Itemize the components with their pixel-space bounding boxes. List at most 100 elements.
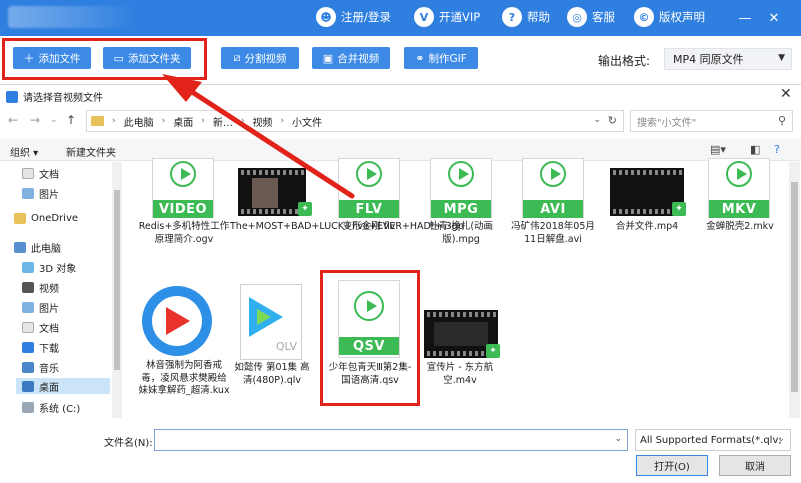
- kux-player-icon[interactable]: [142, 286, 212, 356]
- up-arrow-icon[interactable]: ↑: [66, 113, 76, 127]
- mkv-file-icon[interactable]: MKV: [708, 158, 770, 218]
- download-icon: [22, 342, 34, 353]
- play-icon: [367, 168, 377, 180]
- file-name[interactable]: 宣传片 - 东方航空.m4v: [418, 362, 502, 387]
- address-bar[interactable]: › 此电脑 › 桌面 › 新… › 视频 › 小文件 ⌄ ↻: [86, 110, 624, 132]
- plus-icon: ＋: [23, 52, 35, 65]
- sidebar-item-onedrive[interactable]: OneDrive: [14, 213, 78, 224]
- dialog-close-icon[interactable]: ✕: [780, 86, 792, 102]
- file-name[interactable]: The+MOST+BAD+LUCK+I've+EVER+HAD!+.3gp: [230, 221, 464, 234]
- command-bar: [0, 139, 801, 161]
- drive-icon: [22, 402, 34, 413]
- vip-link[interactable]: V 开通VIP: [414, 7, 480, 27]
- scrollbar-thumb[interactable]: [114, 190, 120, 370]
- breadcrumb-item[interactable]: 小文件: [292, 114, 322, 129]
- scrollbar-thumb[interactable]: [791, 182, 798, 392]
- new-folder-button[interactable]: 新建文件夹: [66, 144, 116, 159]
- qlv-file-icon[interactable]: QLV: [240, 284, 302, 360]
- user-icon: ☻: [316, 7, 336, 27]
- app-badge-icon: ✦: [298, 202, 312, 216]
- chevron-down-icon[interactable]: ⌄: [614, 434, 622, 444]
- sidebar-item-3d-objects[interactable]: 3D 对象: [22, 260, 76, 275]
- breadcrumb-item[interactable]: 新…: [213, 114, 233, 129]
- video-icon: [22, 282, 34, 293]
- organize-menu[interactable]: 组织 ▾: [10, 144, 38, 159]
- mpg-file-icon[interactable]: MPG: [430, 158, 492, 218]
- video-file-icon[interactable]: VIDEO: [152, 158, 214, 218]
- forward-arrow-icon[interactable]: →: [30, 113, 40, 127]
- document-icon: [22, 168, 34, 179]
- breadcrumb-item[interactable]: 此电脑: [124, 114, 154, 129]
- sidebar-item-this-pc[interactable]: 此电脑: [14, 240, 61, 255]
- chevron-down-icon[interactable]: ⌄: [593, 115, 601, 125]
- sidebar-item-downloads[interactable]: 下载: [22, 340, 59, 355]
- title-bar: ☻ 注册/登录 V 开通VIP ? 帮助 ◎ 客服 © 版权声明 — ✕: [0, 0, 801, 36]
- file-name[interactable]: 金蝉脱壳2.mkv: [698, 221, 782, 234]
- copyright-link[interactable]: © 版权声明: [634, 7, 705, 27]
- sidebar-scrollbar[interactable]: [112, 162, 122, 418]
- music-icon: [22, 362, 34, 373]
- login-link[interactable]: ☻ 注册/登录: [316, 7, 391, 27]
- sidebar-item-videos[interactable]: 视频: [22, 280, 59, 295]
- folder-icon: [91, 116, 104, 126]
- split-icon: ⧄: [233, 51, 241, 64]
- app-badge-icon: ✦: [672, 202, 686, 216]
- vip-icon: V: [414, 7, 434, 27]
- search-icon: ⚲: [777, 114, 786, 127]
- sidebar-item-pictures[interactable]: 图片 📌: [22, 186, 130, 201]
- service-link[interactable]: ◎ 客服: [567, 7, 615, 27]
- close-icon[interactable]: ✕: [764, 8, 784, 28]
- help-icon[interactable]: ?: [774, 143, 780, 156]
- breadcrumb-item[interactable]: 桌面: [173, 114, 193, 129]
- add-folder-button[interactable]: ▭ 添加文件夹: [103, 47, 191, 69]
- play-icon: [737, 168, 747, 180]
- merge-video-button[interactable]: ▣ 合并视频: [312, 47, 390, 69]
- sidebar-item-pictures-2[interactable]: 图片: [22, 300, 59, 315]
- view-options-icon[interactable]: ▤▾: [710, 143, 726, 156]
- breadcrumb-item[interactable]: 视频: [252, 114, 272, 129]
- merge-icon: ▣: [322, 51, 334, 65]
- recent-dropdown-icon[interactable]: ⌄: [50, 115, 58, 125]
- cube-icon: [22, 262, 34, 273]
- split-video-button[interactable]: ⧄ 分割视频: [221, 47, 299, 69]
- file-name[interactable]: 冯矿伟2018年05月11日解盘.avi: [508, 221, 598, 246]
- video-thumbnail[interactable]: [238, 168, 306, 216]
- chevron-down-icon: ▼: [778, 53, 785, 63]
- sidebar-item-music[interactable]: 音乐: [22, 360, 59, 375]
- play-icon: [166, 307, 190, 335]
- search-input[interactable]: 搜索"小文件" ⚲: [630, 110, 793, 132]
- file-grid-scrollbar[interactable]: [789, 162, 800, 418]
- app-logo: [8, 6, 138, 28]
- file-name[interactable]: 合并文件.mp4: [604, 221, 690, 234]
- back-arrow-icon[interactable]: ←: [8, 113, 18, 127]
- avi-file-icon[interactable]: AVI: [522, 158, 584, 218]
- open-button[interactable]: 打开(O): [636, 455, 708, 476]
- help-link[interactable]: ? 帮助: [502, 7, 550, 27]
- sidebar-item-documents[interactable]: 文档 📌: [22, 166, 130, 181]
- filename-input[interactable]: ⌄: [154, 429, 628, 451]
- add-file-button[interactable]: ＋ 添加文件: [13, 47, 91, 69]
- play-icon: [459, 168, 469, 180]
- sidebar-item-drive-c[interactable]: 系统 (C:): [22, 400, 80, 415]
- play-icon: [181, 168, 191, 180]
- help-icon: ?: [502, 7, 522, 27]
- make-gif-button[interactable]: ⚭ 制作GIF: [404, 47, 478, 69]
- file-name[interactable]: 变形金刚.flv: [328, 221, 410, 234]
- desktop-icon: [22, 380, 34, 392]
- minimize-icon[interactable]: —: [735, 8, 755, 28]
- highlight-box-qsv: [320, 270, 420, 406]
- refresh-icon[interactable]: ↻: [608, 114, 617, 127]
- output-format-select[interactable]: MP4 同原文件 ▼: [664, 48, 792, 70]
- file-type-select[interactable]: All Supported Formats(*.qlv; ⌄: [635, 429, 791, 451]
- sidebar-item-desktop[interactable]: 桌面: [16, 378, 110, 394]
- file-name[interactable]: 林音强制为阿香戒毒，凌风悬求樊殿给妹妹拿解药_超清.kux: [138, 360, 230, 398]
- sidebar-item-documents-2[interactable]: 文档: [22, 320, 59, 335]
- file-name[interactable]: 如懿传 第01集 高清(480P).qlv: [232, 362, 312, 387]
- cancel-button[interactable]: 取消: [719, 455, 791, 476]
- file-name[interactable]: 杜青-挣扎(动画版).mpg: [420, 221, 502, 246]
- file-name[interactable]: Redis+多机特性工作原理简介.ogv: [138, 221, 230, 246]
- picture-icon: [22, 188, 34, 199]
- output-format-label: 输出格式:: [598, 54, 651, 68]
- preview-pane-icon[interactable]: ◧: [750, 143, 760, 156]
- flv-file-icon[interactable]: FLV: [338, 158, 400, 218]
